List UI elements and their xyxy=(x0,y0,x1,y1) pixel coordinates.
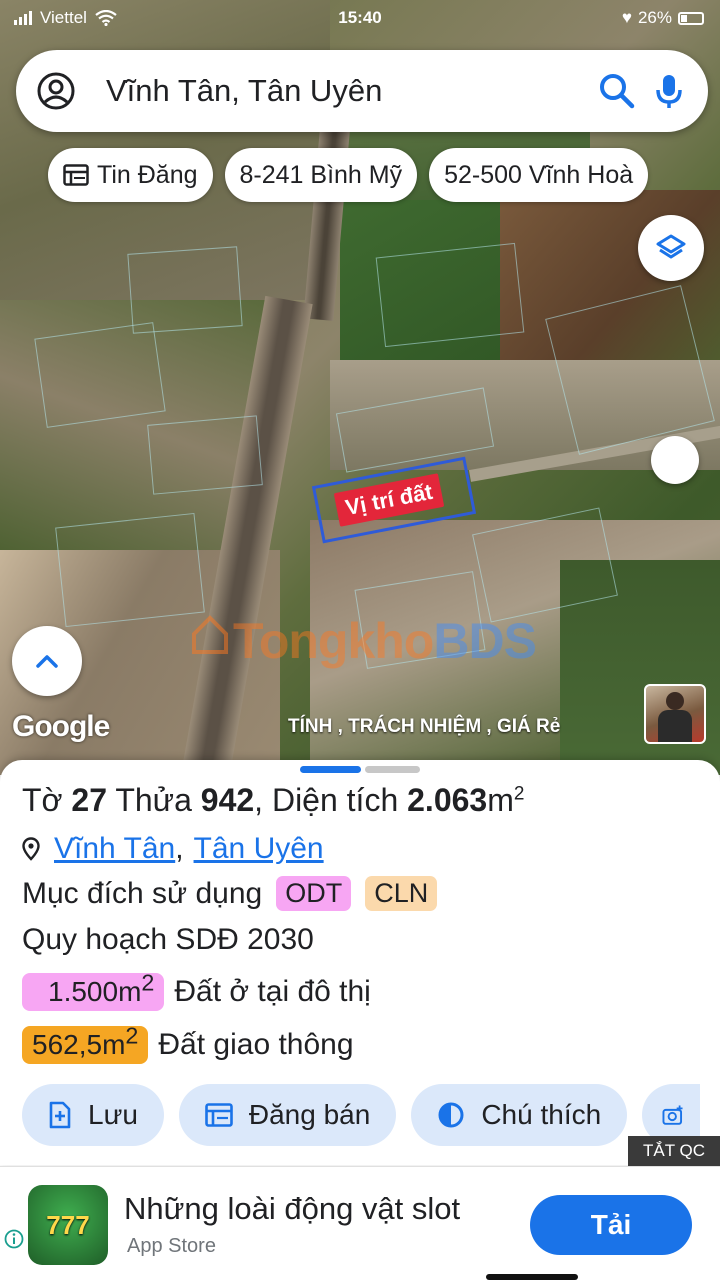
photo-thumbnail[interactable] xyxy=(644,684,706,744)
camera-add-icon xyxy=(662,1105,683,1125)
zone-description: Đất ở tại đô thị xyxy=(174,975,371,1008)
post-for-sale-button[interactable]: Đăng bán xyxy=(178,1084,397,1146)
status-bar: Viettel 15:40 ♥ 26% xyxy=(0,0,720,38)
google-logo: Google xyxy=(12,710,110,743)
map-caption: TÍNH , TRÁCH NHIỆM , GIÁ Rẻ xyxy=(288,716,561,737)
location-link-ward[interactable]: Vĩnh Tân xyxy=(54,832,175,866)
sheet-handle-active[interactable] xyxy=(300,766,361,773)
zone-area-badge: 1.500m2 xyxy=(22,971,165,1011)
zoning-plan-label: Quy hoạch SDĐ 2030 xyxy=(22,923,314,956)
battery-percent: 26% xyxy=(637,8,672,27)
info-icon[interactable] xyxy=(4,1229,24,1249)
save-button[interactable]: Lưu xyxy=(22,1084,164,1146)
chip-binh-my[interactable]: 8-241 Bình Mỹ xyxy=(224,148,418,202)
chip-listings[interactable]: Tin Đăng xyxy=(48,148,213,202)
battery-icon xyxy=(678,11,704,25)
watermark: TongkhoBDS xyxy=(233,613,537,669)
ad-app-icon: 777 xyxy=(28,1185,108,1265)
sheet-handle[interactable] xyxy=(365,766,420,773)
land-use-purpose: Mục đích sử dụng ODT CLN xyxy=(22,876,438,911)
expand-button[interactable] xyxy=(12,626,82,696)
zone-description: Đất giao thông xyxy=(158,1028,354,1061)
chip-label: Tin Đăng xyxy=(97,160,198,189)
search-input[interactable]: Vĩnh Tân, Tân Uyên xyxy=(106,73,584,109)
ad-banner[interactable]: 777 Những loài động vật slot App Store T… xyxy=(0,1166,720,1280)
location-link-district[interactable]: Tân Uyên xyxy=(194,832,324,866)
layers-button[interactable] xyxy=(638,215,704,281)
search-icon[interactable] xyxy=(598,72,636,110)
heart-icon: ♥ xyxy=(621,8,632,27)
ad-install-button[interactable]: Tải xyxy=(530,1195,692,1255)
legend-icon xyxy=(438,1102,464,1128)
listing-icon xyxy=(63,164,89,186)
parcel-title: Tờ 27 Thửa 942, Diện tích 2.063m2 xyxy=(22,782,525,818)
filter-chips: Tin Đăng 8-241 Bình Mỹ 52-500 Vĩnh Hoà xyxy=(48,148,649,202)
zone-row-traffic: 562,5m2 Đất giao thông xyxy=(22,1024,354,1064)
tag-odt: ODT xyxy=(276,876,352,911)
account-icon[interactable] xyxy=(36,71,76,111)
home-indicator[interactable] xyxy=(486,1274,578,1280)
location-pin-icon xyxy=(22,837,40,861)
close-ad-button[interactable]: TẮT QC xyxy=(628,1136,720,1166)
chip-vinh-hoa[interactable]: 52-500 Vĩnh Hoà xyxy=(429,148,649,202)
parcel-info-sheet[interactable]: Tờ 27 Thửa 942, Diện tích 2.063m2 Vĩnh T… xyxy=(0,760,720,1165)
parcel-location: Vĩnh Tân, Tân Uyên xyxy=(22,832,324,866)
zone-row-residential: 1.500m2 Đất ở tại đô thị xyxy=(22,971,371,1011)
zone-area-badge: 562,5m2 xyxy=(22,1024,149,1064)
clock: 15:40 xyxy=(338,8,382,27)
chevron-up-icon xyxy=(36,655,58,668)
action-buttons: Lưu Đăng bán Chú thích xyxy=(22,1084,701,1146)
bookmark-add-icon xyxy=(49,1101,71,1129)
ad-title: Những loài động vật slot xyxy=(124,1191,461,1226)
ad-source: App Store xyxy=(127,1235,216,1257)
search-bar[interactable]: Vĩnh Tân, Tân Uyên xyxy=(16,50,708,132)
legend-button[interactable]: Chú thích xyxy=(411,1084,628,1146)
floating-assist-button[interactable] xyxy=(651,436,699,484)
microphone-icon[interactable] xyxy=(650,72,688,110)
chip-label: 8-241 Bình Mỹ xyxy=(239,160,403,189)
tag-cln: CLN xyxy=(365,876,438,911)
listing-icon xyxy=(205,1103,233,1127)
layers-icon xyxy=(656,234,686,259)
chip-label: 52-500 Vĩnh Hoà xyxy=(444,160,634,189)
